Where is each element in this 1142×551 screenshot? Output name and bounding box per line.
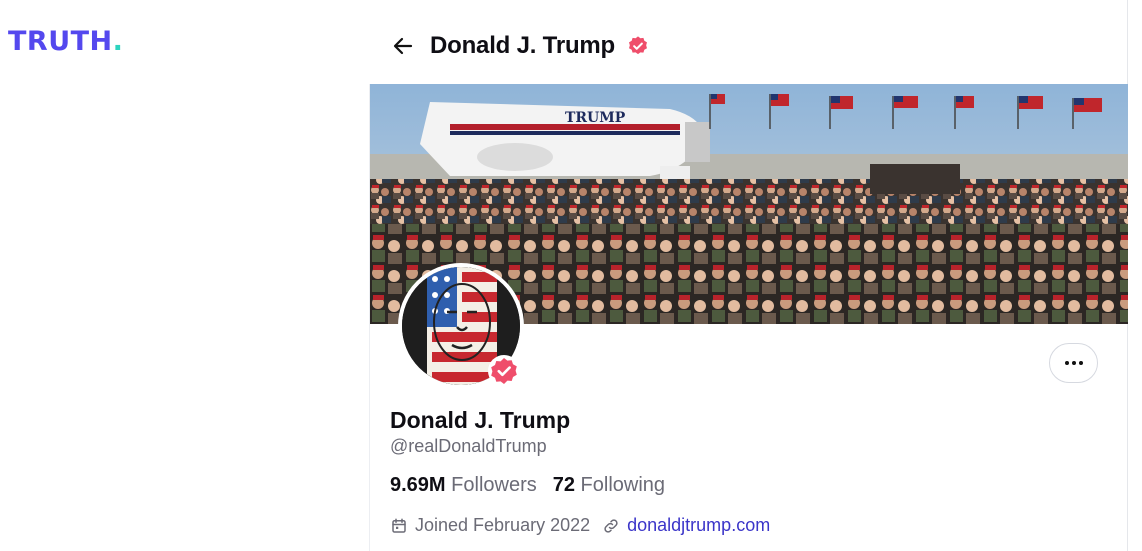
logo-text: TRUTH [8, 26, 113, 57]
ellipsis-icon-dot [1064, 361, 1069, 365]
verified-badge-icon [627, 35, 649, 57]
followers-count: 9.69M [390, 474, 446, 496]
svg-text:TRUMP: TRUMP [565, 110, 626, 126]
logo-dot: . [112, 26, 124, 57]
profile-meta: Joined February 2022 donaldjtrump.com [390, 515, 770, 536]
following-link[interactable]: 72 Following [553, 474, 665, 497]
followers-label: Followers [451, 474, 537, 496]
profile-stats: 9.69M Followers 72 Following [390, 474, 665, 497]
display-name: Donald J. Trump [390, 407, 571, 433]
arrow-left-icon [393, 37, 413, 55]
back-button[interactable] [388, 31, 418, 61]
joined-date: Joined February 2022 [415, 515, 591, 535]
website-link[interactable]: donaldjtrump.com [627, 515, 770, 536]
ellipsis-icon-dot [1071, 361, 1076, 365]
avatar-verified-icon [487, 354, 521, 388]
page-title: Donald J. Trump [430, 32, 616, 59]
profile-column: TRUMP Donald J. Trump @realDonaldTrump 9… [369, 84, 1128, 551]
username-handle: @realDonaldTrump [390, 436, 547, 456]
followers-link[interactable]: 9.69M Followers [390, 474, 537, 497]
more-options-button[interactable] [1049, 343, 1098, 383]
following-label: Following [580, 474, 666, 496]
profile-header: Donald J. Trump [388, 26, 649, 66]
ellipsis-icon-dot [1078, 361, 1083, 365]
link-icon [602, 517, 620, 535]
following-count: 72 [552, 474, 575, 496]
calendar-icon [390, 517, 408, 535]
truth-logo[interactable]: TRUTH. [8, 28, 123, 55]
